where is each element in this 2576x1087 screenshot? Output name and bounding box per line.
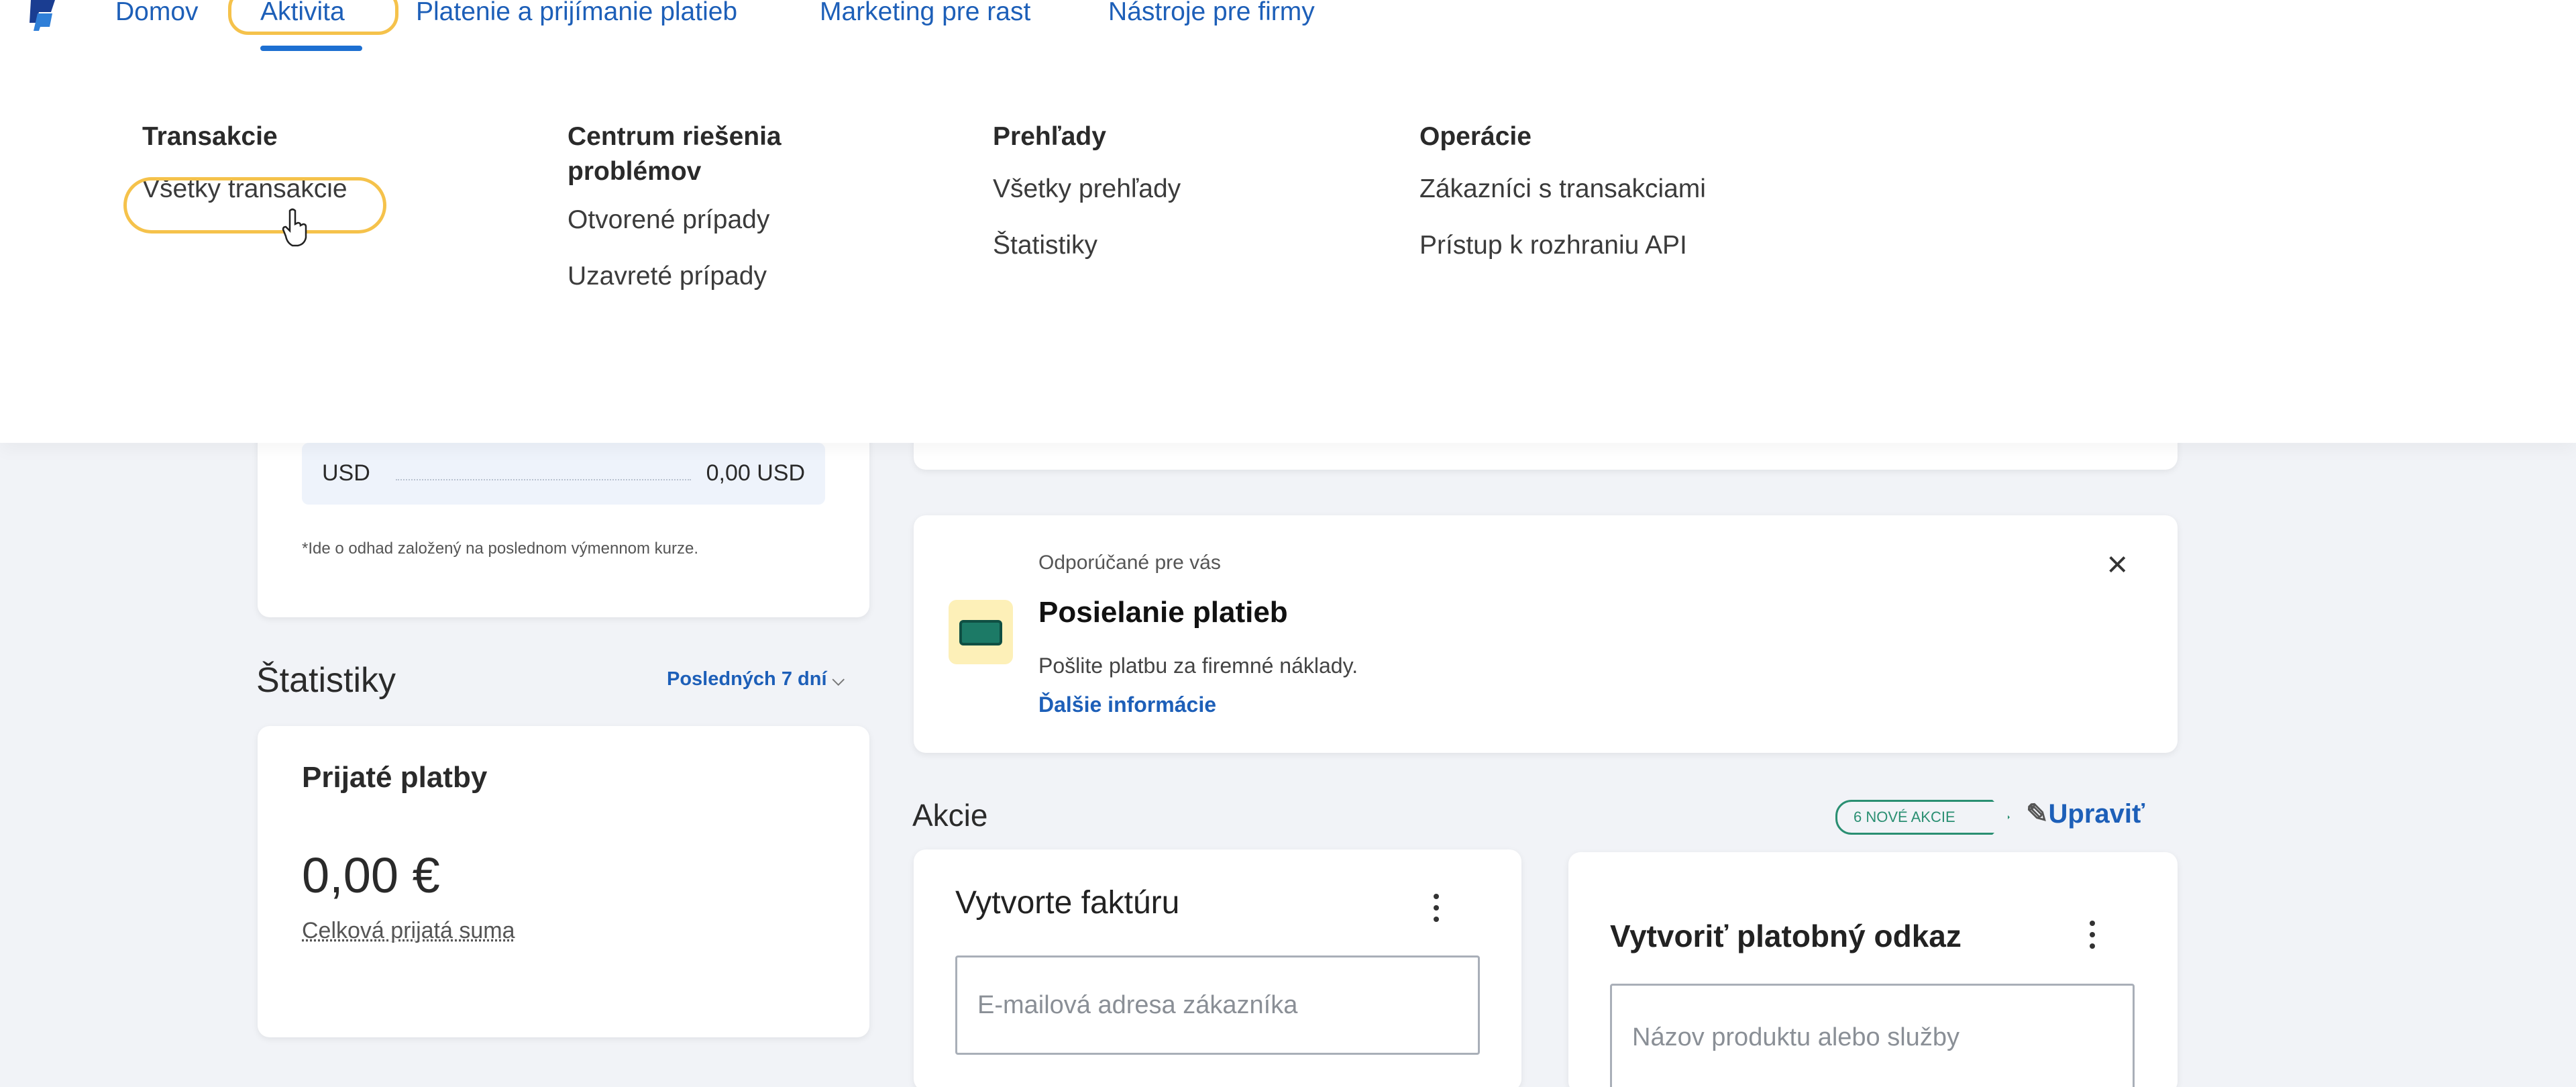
product-name-input[interactable]: Názov produktu alebo služby [1610, 984, 2135, 1087]
menu-heading-resolution-center: Centrum riešenia problémov [568, 122, 782, 186]
recommended-card: Odporúčané pre vás Posielanie platieb Po… [914, 515, 2178, 753]
customer-email-placeholder: E-mailová adresa zákazníka [977, 990, 1298, 1019]
recommended-title: Posielanie platieb [1038, 596, 1288, 629]
payment-link-card: Vytvoriť platobný odkaz Názov produktu a… [1568, 852, 2178, 1087]
menu-link-closed-cases[interactable]: Uzavreté prípady [568, 259, 836, 294]
actions-title: Akcie [912, 798, 988, 833]
menu-heading-transactions: Transakcie [142, 122, 278, 151]
menu-link-all-reports[interactable]: Všetky prehľady [993, 172, 1181, 207]
chevron-down-icon: ⌵ [832, 671, 845, 689]
payment-link-more-icon[interactable] [2089, 921, 2096, 951]
recommended-desc: Pošlite platbu za firemné náklady. [1038, 654, 1358, 678]
nav-payments[interactable]: Platenie a prijímanie platieb [416, 0, 737, 27]
stats-period-label: Posledných 7 dní [667, 668, 827, 690]
menu-heading-reports: Prehľady [993, 122, 1106, 151]
currency-code: USD [322, 460, 370, 486]
pencil-icon: ✎ [2026, 799, 2049, 829]
currency-dots [396, 479, 691, 480]
menu-column-reports: Prehľady Všetky prehľady Štatistiky [993, 119, 1181, 263]
menu-link-statistics[interactable]: Štatistiky [993, 228, 1181, 263]
product-name-placeholder: Názov produktu alebo služby [1632, 1023, 1960, 1051]
received-payments-amount: 0,00 € [302, 847, 440, 903]
menu-link-customers[interactable]: Zákazníci s transakciami [1419, 172, 1706, 207]
currency-amount: 0,00 USD [706, 460, 805, 486]
nav-activity[interactable]: Aktivita [260, 0, 345, 27]
more-info-link[interactable]: Ďalšie informácie [1038, 692, 1216, 717]
received-payments-title: Prijaté platby [302, 761, 488, 794]
menu-column-operations: Operácie Zákazníci s transakciami Prístu… [1419, 119, 1706, 263]
menu-column-resolution-center: Centrum riešenia problémov Otvorené príp… [568, 119, 836, 294]
customer-email-input[interactable]: E-mailová adresa zákazníka [955, 955, 1480, 1055]
menu-link-open-cases[interactable]: Otvorené prípady [568, 203, 836, 238]
nav-activity-underline [260, 46, 362, 51]
payment-link-title: Vytvoriť platobný odkaz [1610, 919, 1962, 953]
edit-actions-label: Upraviť [2048, 799, 2145, 829]
nav-marketing[interactable]: Marketing pre rast [820, 0, 1030, 27]
recommended-label: Odporúčané pre vás [1038, 552, 1221, 574]
invoice-more-icon[interactable] [1433, 894, 1440, 925]
new-actions-badge: 6 NOVÉ AKCIE [1835, 800, 2010, 835]
nav-business-tools[interactable]: Nástroje pre firmy [1108, 0, 1315, 27]
stats-title: Štatistiky [256, 661, 396, 700]
nav-home[interactable]: Domov [115, 0, 199, 27]
received-payments-card: Prijaté platby 0,00 € Celková prijatá su… [258, 726, 869, 1037]
menu-link-api-access[interactable]: Prístup k rozhraniu API [1419, 228, 1706, 263]
hand-cursor-icon [282, 208, 307, 247]
close-icon[interactable]: × [2106, 546, 2128, 582]
currency-row: USD 0,00 USD [302, 443, 825, 505]
wallet-icon [949, 600, 1013, 664]
invoice-card: Vytvorte faktúru E-mailová adresa zákazn… [914, 849, 1521, 1087]
stats-period-select[interactable]: Posledných 7 dní ⌵ [667, 668, 845, 690]
exchange-note: *Ide o odhad založený na poslednom výmen… [302, 539, 699, 558]
new-actions-badge-label: 6 NOVÉ AKCIE [1854, 809, 1955, 825]
all-transactions-highlight [123, 177, 386, 234]
menu-heading-operations: Operácie [1419, 122, 1532, 151]
edit-actions-button[interactable]: ✎Upraviť [2026, 798, 2145, 829]
top-navigation: Domov Aktivita Platenie a prijímanie pla… [0, 0, 2576, 443]
paypal-logo-icon [30, 0, 55, 31]
invoice-title: Vytvorte faktúru [955, 885, 1180, 921]
received-payments-caption[interactable]: Celková prijatá suma [302, 918, 515, 944]
